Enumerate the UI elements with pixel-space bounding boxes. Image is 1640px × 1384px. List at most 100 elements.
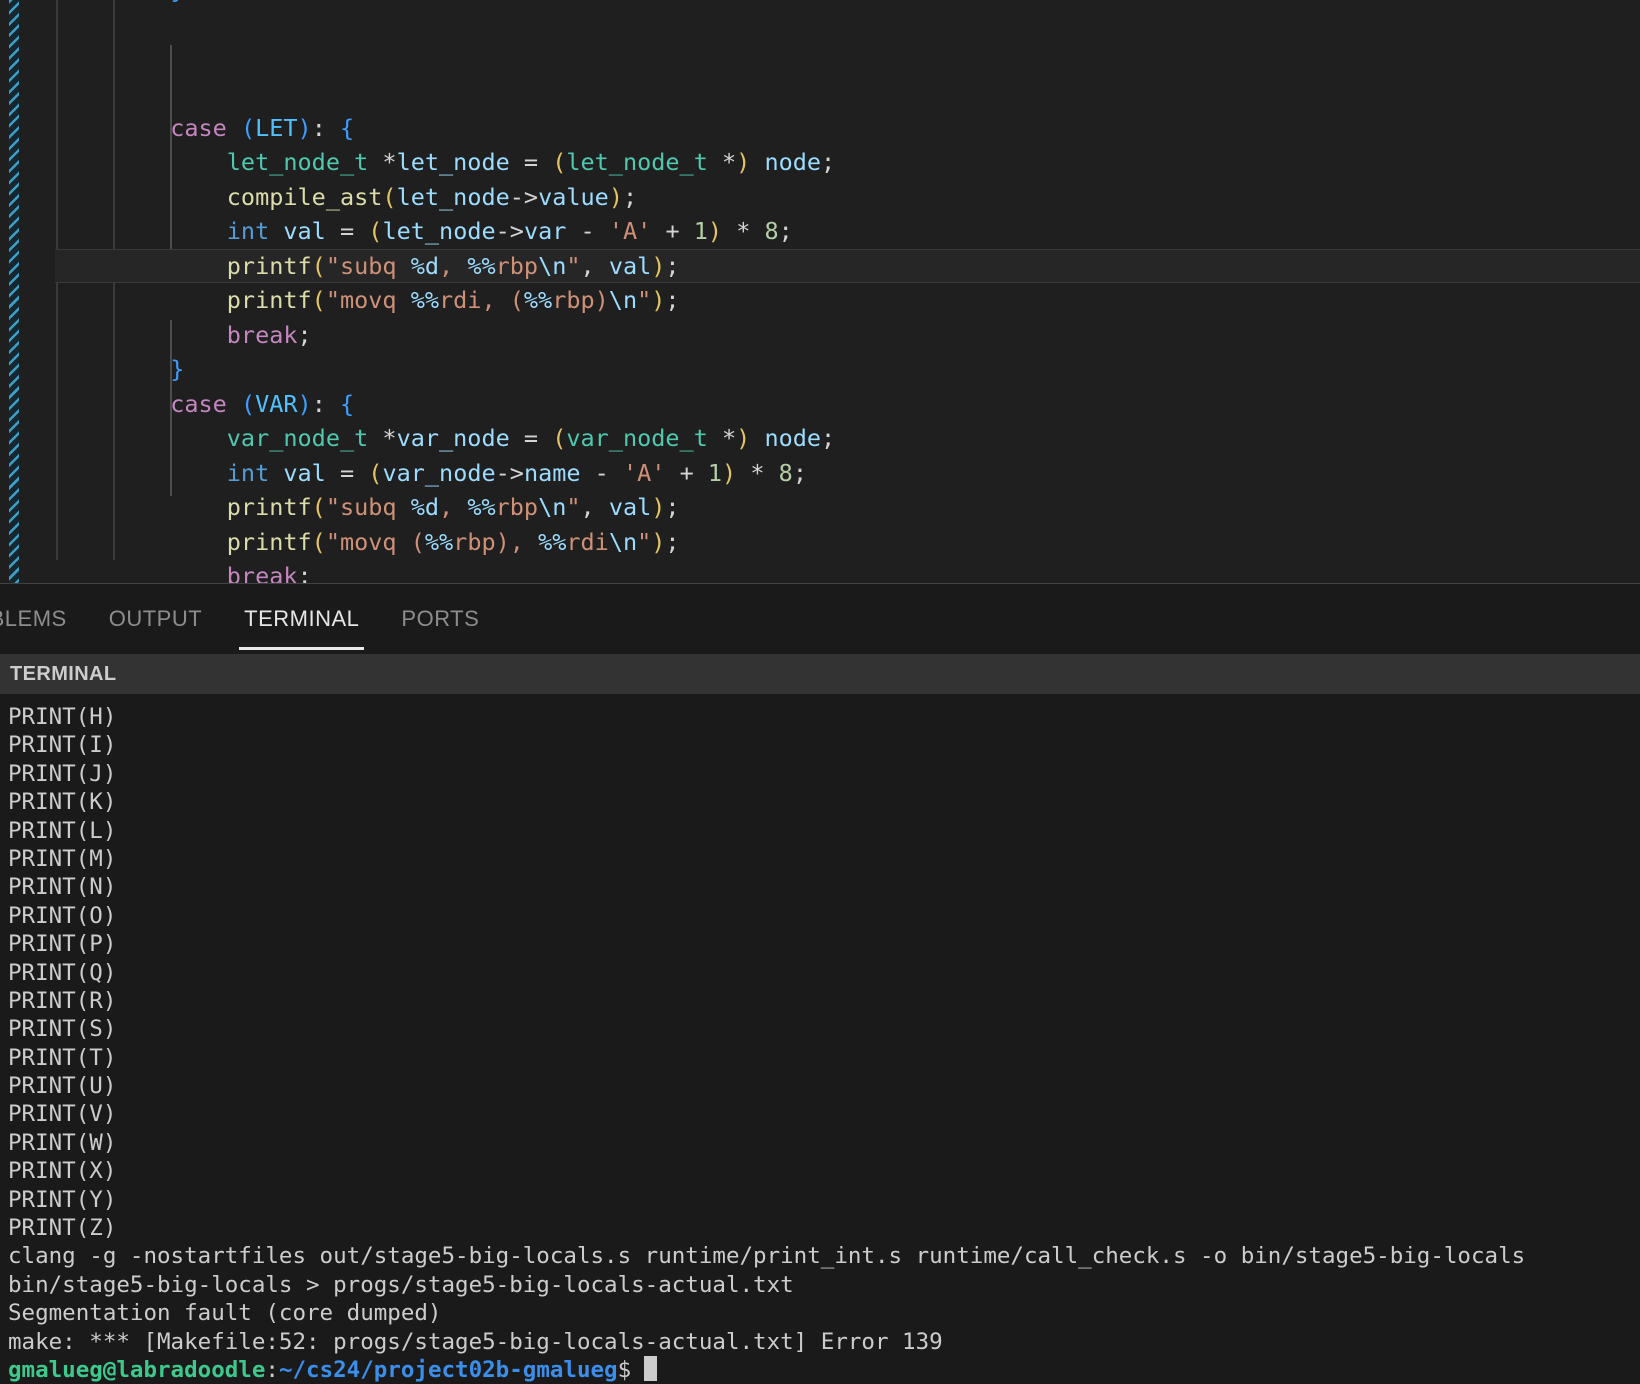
- code-editor[interactable]: } case (LET): { let_node_t *let_node = (…: [0, 0, 1640, 583]
- code-token: (: [240, 389, 256, 418]
- terminal-output-line: PRINT(M): [8, 845, 117, 872]
- code-token: node: [764, 424, 822, 452]
- code-line: var_node_t *var_node = (var_node_t *) no…: [57, 421, 1640, 456]
- code-token: "subq: [325, 493, 411, 521]
- code-token: ): [651, 493, 666, 521]
- tab-output[interactable]: OUTPUT: [88, 584, 223, 654]
- code-token: VAR: [255, 389, 298, 418]
- code-token: -: [566, 217, 609, 245]
- code-token: value: [538, 182, 609, 211]
- code-token: ;: [297, 562, 312, 583]
- code-token: rbp),: [453, 527, 539, 556]
- code-token: }: [170, 355, 185, 383]
- code-line: break;: [57, 559, 1640, 583]
- code-token: ,: [439, 493, 468, 521]
- code-token: LET: [255, 113, 298, 142]
- terminal-output-line: PRINT(P): [8, 931, 117, 958]
- code-token: =: [509, 148, 553, 176]
- terminal-output-line: PRINT(K): [8, 789, 117, 816]
- terminal-prompt-line: gmalueg@labradoodle:~/cs24/project02b-gm…: [8, 1355, 1640, 1383]
- code-token: ": [637, 527, 652, 556]
- code-token: ): [651, 286, 666, 314]
- code-token: val: [283, 217, 326, 245]
- terminal-output-line: PRINT(N): [8, 874, 117, 901]
- code-token: ;: [297, 320, 312, 349]
- code-token: ): [722, 458, 737, 487]
- terminal-output: PRINT(H) PRINT(I) PRINT(J) PRINT(K) PRINT(L)…: [8, 703, 1640, 1356]
- code-token: case: [170, 389, 227, 418]
- terminal-panel-header: TERMINAL: [0, 654, 1640, 694]
- tab-ports[interactable]: PORTS: [380, 584, 500, 654]
- code-token: val: [608, 251, 652, 280]
- code-token: (: [552, 424, 567, 452]
- prompt-user-host: gmalueg@labradoodle: [8, 1356, 266, 1383]
- code-token: ): [297, 113, 312, 142]
- terminal-output-line: PRINT(L): [8, 817, 117, 844]
- terminal-output-line: PRINT(W): [8, 1129, 117, 1156]
- tab-terminal[interactable]: TERMINAL: [223, 584, 380, 654]
- code-token: 'A': [608, 217, 652, 245]
- code-token: val: [283, 458, 326, 487]
- code-token: (: [311, 286, 326, 314]
- code-token: printf: [226, 493, 312, 521]
- terminal-output-line: PRINT(I): [8, 732, 117, 759]
- code-token: ;: [821, 424, 836, 452]
- code-lines: } case (LET): { let_node_t *let_node = (…: [0, 0, 1640, 583]
- code-token: ): [651, 251, 666, 280]
- prompt-separator: :: [265, 1356, 279, 1383]
- terminal-output-line: PRINT(J): [8, 760, 117, 787]
- code-token: printf: [226, 527, 312, 556]
- prompt-path: ~/cs24/project02b-gmalueg: [278, 1356, 618, 1383]
- code-token: %%: [523, 286, 553, 314]
- panel-tab-bar: OBLEMS OUTPUT TERMINAL PORTS: [0, 584, 1640, 654]
- code-token: var_node: [382, 458, 496, 487]
- code-partial-line: }: [57, 0, 184, 8]
- code-token: "movq: [325, 286, 411, 314]
- terminal-output-line: make: *** [Makefile:52: progs/stage5-big…: [8, 1328, 943, 1355]
- code-token: ": [566, 493, 581, 521]
- code-token: +: [665, 458, 708, 487]
- code-token: :: [311, 389, 340, 418]
- code-token: let_node: [382, 217, 496, 245]
- code-line: }: [57, 352, 1640, 387]
- code-token: *: [368, 424, 397, 452]
- code-token: +: [651, 217, 694, 245]
- terminal-content[interactable]: PRINT(H) PRINT(I) PRINT(J) PRINT(K) PRINT(L)…: [0, 694, 1640, 1383]
- code-token: rbp: [495, 251, 539, 280]
- code-token: %%: [410, 286, 440, 314]
- code-token: ;: [665, 527, 680, 556]
- code-token: rbp: [495, 493, 539, 521]
- code-token: :: [311, 113, 340, 142]
- code-token: ): [608, 182, 623, 211]
- code-line: int val = (let_node->var - 'A' + 1) * 8;: [57, 214, 1640, 249]
- code-token: {: [340, 389, 355, 418]
- code-token: =: [509, 424, 553, 452]
- code-token: 8: [778, 458, 793, 487]
- code-token: rbp): [552, 286, 609, 314]
- terminal-output-line: PRINT(T): [8, 1044, 117, 1071]
- code-token: ;: [821, 148, 836, 176]
- code-token: "movq (: [325, 527, 425, 556]
- terminal-output-line: PRINT(Z): [8, 1215, 117, 1242]
- code-line: printf("movq (%%rbp), %%rdi\n");: [57, 525, 1640, 560]
- code-line: case (LET): {: [57, 111, 1640, 146]
- tab-problems[interactable]: OBLEMS: [0, 584, 88, 654]
- code-token: name: [523, 458, 581, 487]
- code-line: break;: [57, 318, 1640, 353]
- code-token: 'A': [622, 458, 666, 487]
- code-token: \n: [538, 493, 567, 521]
- code-token: let_node: [396, 182, 510, 211]
- terminal-output-line: PRINT(R): [8, 987, 117, 1014]
- code-token: =: [325, 217, 369, 245]
- code-token: var_node_t: [226, 424, 369, 452]
